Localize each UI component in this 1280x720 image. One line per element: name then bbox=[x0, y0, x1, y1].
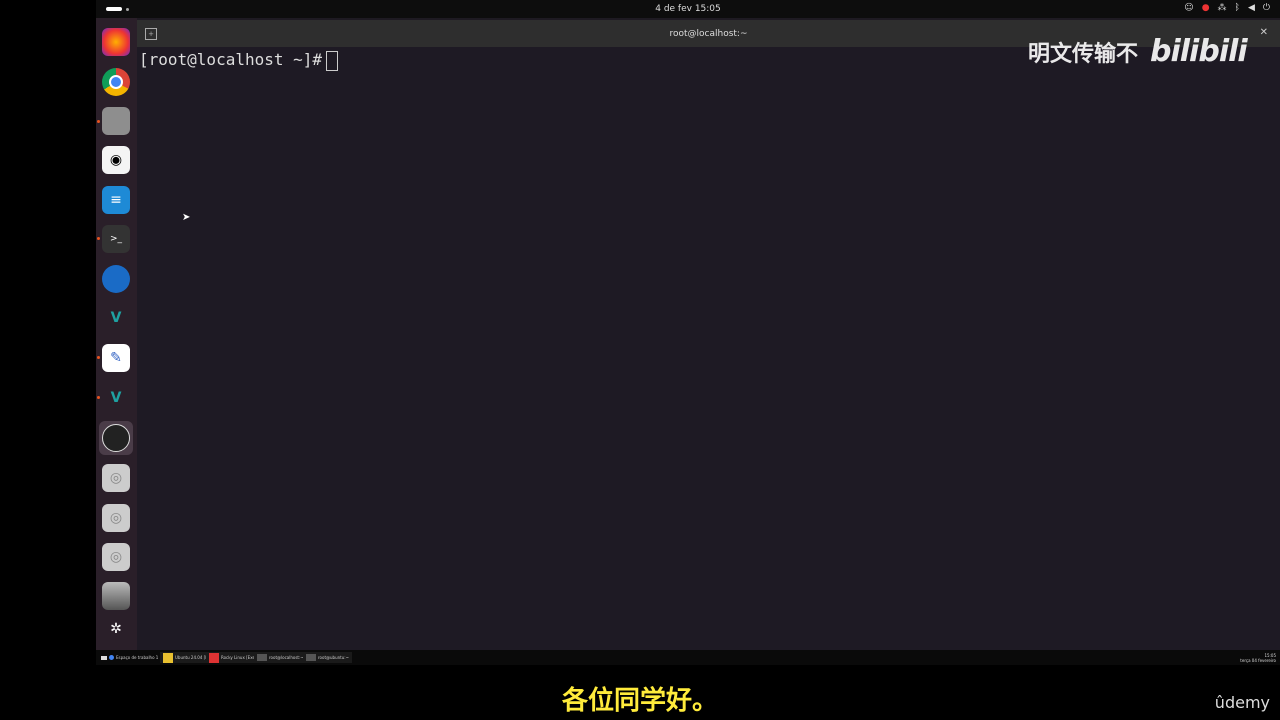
volume-icon[interactable]: ◀ bbox=[1248, 3, 1255, 13]
dock-obs[interactable] bbox=[99, 421, 133, 455]
terminal-prompt[interactable]: [root@localhost ~]# bbox=[139, 50, 339, 71]
workspace-switcher[interactable]: Espaço de trabalho 1 bbox=[98, 652, 161, 663]
taskbar-item-label: root@ubuntu:~ bbox=[318, 655, 349, 660]
workspace-label: Espaço de trabalho 1 bbox=[116, 655, 159, 660]
cursor bbox=[326, 50, 339, 71]
dock-text-editor[interactable]: ✎ bbox=[102, 344, 130, 372]
taskbar-item-label: root@localhost:~ bbox=[269, 655, 304, 660]
dock-disk-1[interactable]: ◎ bbox=[102, 464, 130, 492]
taskbar-item[interactable]: root@localhost:~ bbox=[254, 652, 307, 663]
bluetooth-icon[interactable]: ᛒ bbox=[1235, 3, 1240, 13]
dock: ◉ ≡ >_ V ✎ V ◎ ◎ ◎ ✲ bbox=[96, 18, 137, 650]
clock[interactable]: 4 de fev 15:05 bbox=[96, 4, 1280, 14]
taskbar-clock[interactable]: 15:05 terça 04 fevereiro bbox=[1240, 653, 1276, 663]
prompt-text: [root@localhost ~]# bbox=[139, 50, 323, 69]
dock-thunderbird[interactable] bbox=[102, 265, 130, 293]
subtitle: 各位同学好。 bbox=[561, 686, 718, 716]
taskbar-date: terça 04 fevereiro bbox=[1240, 658, 1276, 663]
watermark-text: 明文传输不 bbox=[1028, 41, 1139, 67]
dock-disk-3[interactable]: ◎ bbox=[102, 543, 130, 571]
bilibili-watermark: 明文传输不 bilibili bbox=[1028, 34, 1248, 69]
dock-chrome[interactable] bbox=[102, 68, 130, 96]
desktop: 4 de fev 15:05 ☺ ● ⁂ ᛒ ◀ ⏻ ◉ ≡ >_ V ✎ V … bbox=[96, 0, 1280, 665]
microphone-icon[interactable]: ● bbox=[1202, 3, 1210, 13]
udemy-logo: ûdemy bbox=[1214, 693, 1270, 712]
dock-virtualbox-2[interactable]: V bbox=[102, 384, 130, 412]
dock-virtualbox[interactable]: V bbox=[102, 304, 130, 332]
host-taskbar: Espaço de trabalho 1 Ubuntu 24.04 [Execu… bbox=[96, 650, 1280, 665]
system-tray[interactable]: ☺ ● ⁂ ᛒ ◀ ⏻ bbox=[1184, 3, 1270, 13]
dock-drive[interactable] bbox=[102, 582, 130, 610]
close-icon[interactable]: ✕ bbox=[1260, 27, 1268, 38]
terminal-window[interactable]: + root@localhost:~ ✕ [root@localhost ~]# bbox=[137, 20, 1280, 650]
dock-rhythmbox[interactable]: ◉ bbox=[102, 146, 130, 174]
show-apps-icon[interactable]: ✲ bbox=[102, 615, 130, 643]
dock-terminal[interactable]: >_ bbox=[102, 225, 130, 253]
taskbar-item[interactable]: root@ubuntu:~ bbox=[303, 652, 352, 663]
mouse-pointer-icon: ➤ bbox=[182, 212, 191, 223]
dock-firefox[interactable] bbox=[102, 28, 130, 56]
bilibili-logo: bilibili bbox=[1150, 34, 1248, 69]
network-icon[interactable]: ⁂ bbox=[1218, 3, 1227, 13]
dock-disk-2[interactable]: ◎ bbox=[102, 504, 130, 532]
power-icon[interactable]: ⏻ bbox=[1263, 3, 1270, 13]
accessibility-icon[interactable]: ☺ bbox=[1184, 3, 1193, 13]
dock-writer[interactable]: ≡ bbox=[102, 186, 130, 214]
top-bar: 4 de fev 15:05 ☺ ● ⁂ ᛒ ◀ ⏻ bbox=[96, 0, 1280, 18]
dock-files[interactable] bbox=[102, 107, 130, 135]
